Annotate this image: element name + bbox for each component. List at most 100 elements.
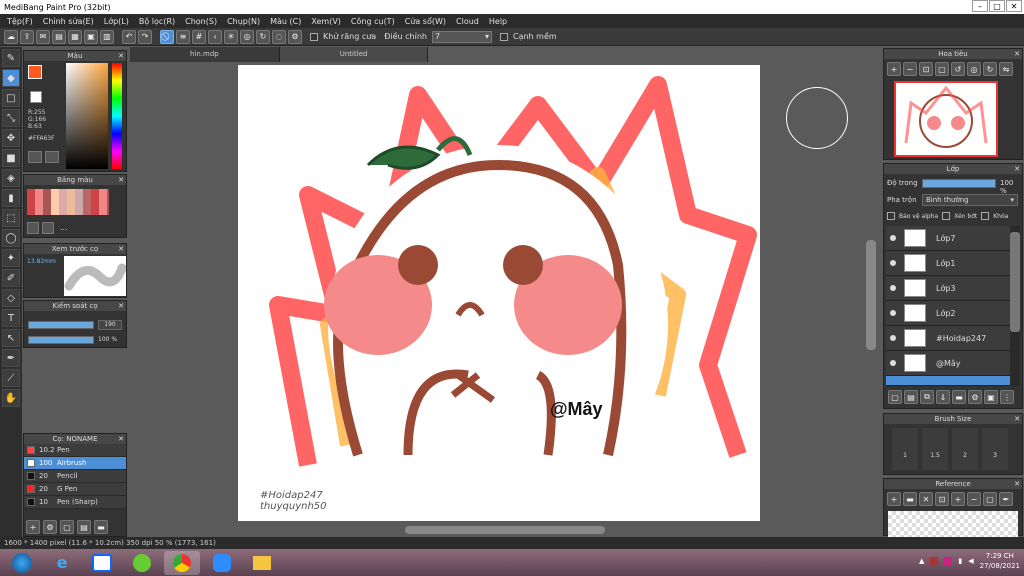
color-picker-area[interactable] bbox=[66, 63, 108, 169]
layer-row[interactable]: Lớp2 bbox=[886, 301, 1010, 326]
parallel-snap-icon[interactable]: ≡ bbox=[176, 29, 190, 44]
brush-tool-icon[interactable]: ✎ bbox=[2, 49, 20, 67]
close-icon[interactable]: ✕ bbox=[118, 175, 124, 185]
clip-checkbox[interactable] bbox=[942, 212, 951, 220]
brush-size-value[interactable]: 190 bbox=[98, 320, 122, 330]
chat-icon[interactable]: ✉ bbox=[36, 29, 50, 44]
eye-icon[interactable] bbox=[890, 235, 896, 241]
redo-icon[interactable]: ↷ bbox=[138, 29, 152, 44]
blend-select[interactable]: Bình thường ▾ bbox=[922, 194, 1018, 206]
ref-open-icon[interactable]: ▬ bbox=[903, 492, 917, 506]
upload-icon[interactable]: ⇪ bbox=[20, 29, 34, 44]
maximize-button[interactable]: □ bbox=[989, 0, 1005, 12]
grid-icon[interactable]: ▦ bbox=[68, 29, 82, 44]
menu-filter[interactable]: Bộ lọc(R) bbox=[134, 17, 180, 26]
tray-arrow-icon[interactable]: ▲ bbox=[919, 557, 924, 565]
volume-icon[interactable]: ◀ bbox=[968, 557, 973, 565]
eye-icon[interactable] bbox=[890, 260, 896, 266]
curve-snap-icon[interactable]: ↻ bbox=[256, 29, 270, 44]
close-icon[interactable]: ✕ bbox=[118, 434, 124, 444]
menu-select[interactable]: Chọn(S) bbox=[180, 17, 222, 26]
layer-settings-icon[interactable]: ⚙ bbox=[968, 390, 982, 404]
taskbar-zalo[interactable] bbox=[84, 551, 120, 575]
radial-snap-icon[interactable]: ✳ bbox=[224, 29, 238, 44]
lock-checkbox[interactable] bbox=[981, 212, 990, 220]
rotate-right-icon[interactable]: ↻ bbox=[983, 62, 997, 76]
protect-alpha-checkbox[interactable] bbox=[887, 212, 895, 220]
close-button[interactable]: ✕ bbox=[1006, 0, 1022, 12]
brush-list-item[interactable]: 10.2 Pen bbox=[24, 444, 126, 457]
close-icon[interactable]: ✕ bbox=[1014, 479, 1020, 489]
ref-size-icon[interactable]: ▢ bbox=[983, 492, 997, 506]
close-icon[interactable]: ✕ bbox=[1014, 49, 1020, 59]
primary-color-swatch[interactable] bbox=[28, 65, 42, 79]
eraser-tool-icon[interactable]: ◆ bbox=[2, 69, 20, 87]
horizontal-scrollbar[interactable] bbox=[405, 526, 605, 534]
dot-tool-icon[interactable]: □ bbox=[2, 89, 20, 107]
operation-tool-icon[interactable]: ↖ bbox=[2, 329, 20, 347]
ref-add-icon[interactable]: + bbox=[887, 492, 901, 506]
eyedropper-icon[interactable]: ✒ bbox=[2, 349, 20, 367]
zoom-in-icon[interactable]: + bbox=[887, 62, 901, 76]
fill-tool-icon[interactable]: ◈ bbox=[2, 169, 20, 187]
fit-icon[interactable]: ⊡ bbox=[919, 62, 933, 76]
menu-file[interactable]: Tệp(F) bbox=[2, 17, 38, 26]
ref-fit-icon[interactable]: ⊡ bbox=[935, 492, 949, 506]
ref-zoom-out-icon[interactable]: − bbox=[967, 492, 981, 506]
brush-opacity-slider[interactable] bbox=[28, 336, 94, 344]
soft-edge-checkbox[interactable] bbox=[499, 32, 508, 41]
close-icon[interactable]: ✕ bbox=[118, 244, 124, 254]
brush-list-item[interactable]: 20 G Pen bbox=[24, 483, 126, 496]
layer-row[interactable]: #Hoidap247 bbox=[886, 326, 1010, 351]
brush-list-item[interactable]: 20 Pencil bbox=[24, 470, 126, 483]
close-icon[interactable]: ✕ bbox=[1014, 414, 1020, 424]
menu-help[interactable]: Help bbox=[484, 17, 512, 26]
save-icon[interactable]: ▤ bbox=[52, 29, 66, 44]
layout-icon[interactable]: ▥ bbox=[100, 29, 114, 44]
menu-edit[interactable]: Chỉnh sửa(E) bbox=[38, 17, 99, 26]
brush-size-1[interactable]: 1 bbox=[892, 428, 918, 470]
ref-eyedropper-icon[interactable]: ✒ bbox=[999, 492, 1013, 506]
circle-snap-icon[interactable]: ◎ bbox=[240, 29, 254, 44]
menu-cloud[interactable]: Cloud bbox=[451, 17, 484, 26]
taskbar-ie[interactable]: e bbox=[44, 551, 80, 575]
eye-icon[interactable] bbox=[890, 310, 896, 316]
rect-select-icon[interactable]: ⬚ bbox=[2, 209, 20, 227]
hand-tool-icon[interactable]: ✋ bbox=[2, 389, 20, 407]
menu-window[interactable]: Cửa sổ(W) bbox=[400, 17, 451, 26]
add-brush-icon[interactable]: + bbox=[26, 520, 40, 534]
palette-swatches[interactable] bbox=[27, 189, 109, 215]
tray-app2-icon[interactable] bbox=[944, 557, 953, 565]
brush-new-icon[interactable]: ▢ bbox=[60, 520, 74, 534]
magic-wand-icon[interactable]: ✦ bbox=[2, 249, 20, 267]
copy-layer-icon[interactable]: ⧉ bbox=[920, 390, 934, 404]
tab-untitled[interactable]: Untitled bbox=[279, 47, 429, 62]
clock[interactable]: 7:29 CH 27/08/2021 bbox=[980, 551, 1020, 571]
menu-tools[interactable]: Công cụ(T) bbox=[346, 17, 400, 26]
brush-list-item[interactable]: 10 Pen (Sharp) bbox=[24, 496, 126, 509]
layer-scrollbar[interactable] bbox=[1010, 226, 1020, 386]
brush-folder-icon[interactable]: ▬ bbox=[94, 520, 108, 534]
select-eraser-icon[interactable]: ◇ bbox=[2, 289, 20, 307]
network-icon[interactable]: ▮ bbox=[958, 557, 962, 565]
adjust-select[interactable]: 7 ▾ bbox=[431, 30, 492, 43]
taskbar-explorer[interactable] bbox=[244, 551, 280, 575]
flip-icon[interactable]: ⇋ bbox=[999, 62, 1013, 76]
folder-icon[interactable]: ▬ bbox=[952, 390, 966, 404]
divide-tool-icon[interactable]: ⟋ bbox=[2, 369, 20, 387]
start-button[interactable] bbox=[4, 551, 40, 575]
palette-more[interactable]: ... bbox=[60, 223, 68, 232]
taskbar-zoom[interactable] bbox=[204, 551, 240, 575]
rotate-left-icon[interactable]: ↺ bbox=[951, 62, 965, 76]
brush-copy-icon[interactable]: ▤ bbox=[77, 520, 91, 534]
antialias-checkbox[interactable] bbox=[310, 32, 318, 41]
panel-icon[interactable]: ▣ bbox=[84, 29, 98, 44]
move-tool-icon[interactable]: ✥ bbox=[2, 129, 20, 147]
vertical-scrollbar[interactable] bbox=[866, 240, 876, 350]
text-tool-icon[interactable]: T bbox=[2, 309, 20, 327]
cloud-icon[interactable]: ☁ bbox=[4, 29, 18, 44]
artwork-canvas[interactable]: @Mây #Hoidap247 thuyquynh50 bbox=[238, 65, 760, 521]
menu-color[interactable]: Màu (C) bbox=[265, 17, 306, 26]
cross-snap-icon[interactable]: # bbox=[192, 29, 206, 44]
new-layer-icon[interactable]: ▢ bbox=[888, 390, 902, 404]
